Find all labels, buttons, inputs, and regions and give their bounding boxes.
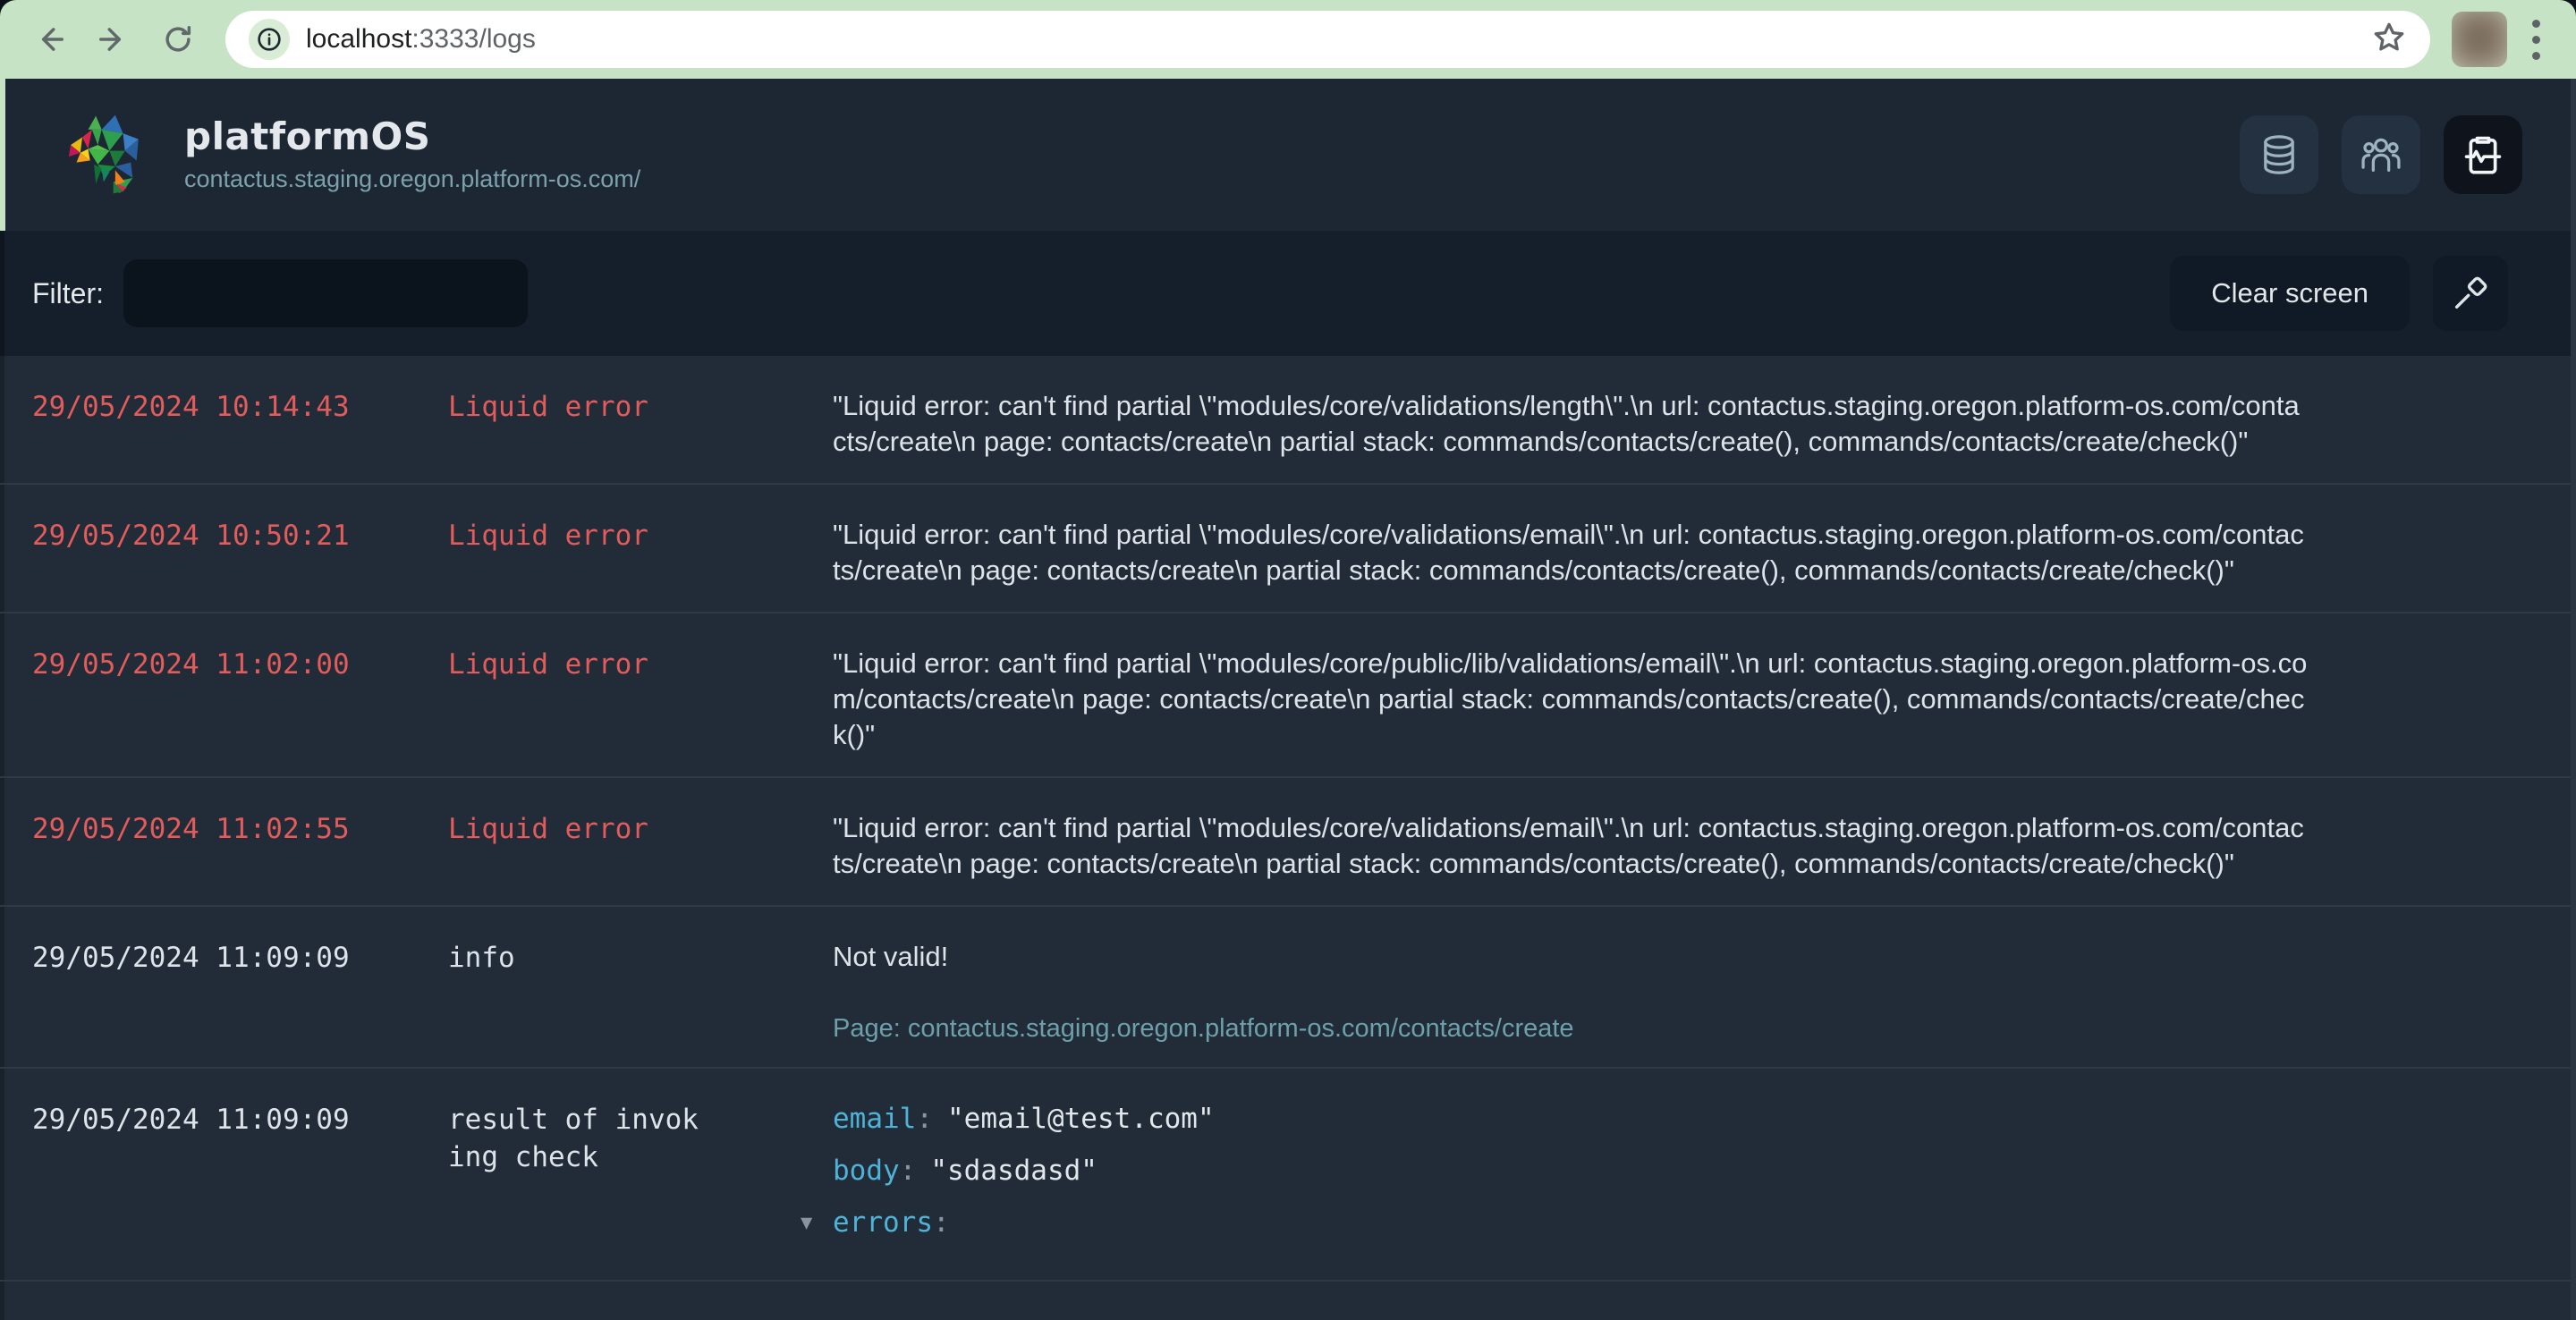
kv-key: body (833, 1155, 900, 1187)
log-message: "Liquid error: can't find partial \"modu… (833, 388, 2576, 460)
back-icon (41, 28, 64, 51)
app-header: platformOS contactus.staging.oregon.plat… (0, 79, 2576, 231)
log-kv-line: body: "sdasdasd" (833, 1153, 2576, 1189)
log-timestamp: 29/05/2024 11:02:55 (32, 813, 350, 845)
table-row: 29/05/2024 11:09:09 result of invoking c… (0, 1069, 2576, 1282)
errors-expander[interactable]: ▼ errors: (801, 1205, 2576, 1240)
pin-icon (2454, 276, 2487, 309)
log-message: "Liquid error: can't find partial \"modu… (833, 517, 2576, 588)
log-timestamp: 29/05/2024 10:50:21 (32, 520, 350, 552)
site-info-button[interactable] (249, 19, 290, 60)
kv-key: errors (833, 1206, 933, 1239)
table-row: 29/05/2024 10:50:21 Liquid error "Liquid… (0, 485, 2576, 613)
log-message: "Liquid error: can't find partial \"modu… (833, 810, 2576, 882)
logs-icon (2464, 136, 2502, 174)
filter-input[interactable] (123, 259, 528, 327)
nav-database-button[interactable] (2240, 115, 2318, 194)
log-message: Not valid! Page: contactus.staging.oregon… (833, 939, 2576, 1044)
log-type: Liquid error (448, 648, 648, 681)
table-row: 29/05/2024 10:14:43 Liquid error "Liquid… (0, 356, 2576, 485)
log-type: Liquid error (448, 520, 648, 552)
log-type: result of invoking check (448, 1104, 699, 1173)
brand-block: platformOS contactus.staging.oregon.plat… (184, 116, 640, 192)
log-message-text: "Liquid error: can't find partial \"modu… (833, 390, 2300, 457)
kv-colon: : (932, 1206, 950, 1239)
log-kv-line: email: "email@test.com" (833, 1101, 2576, 1137)
back-button[interactable] (23, 13, 75, 65)
reload-icon (165, 25, 191, 52)
address-bar[interactable]: localhost:3333/logs (225, 11, 2430, 68)
kv-value: "sdasdasd" (930, 1155, 1097, 1187)
log-message: "Liquid error: can't find partial \"modu… (833, 646, 2576, 753)
log-message-text: "Liquid error: can't find partial \"modu… (833, 812, 2304, 879)
chevron-down-icon: ▼ (801, 1212, 813, 1234)
pin-button[interactable] (2433, 256, 2508, 331)
star-icon (2374, 22, 2404, 50)
log-message-text: "Liquid error: can't find partial \"modu… (833, 647, 2308, 750)
instance-url[interactable]: contactus.staging.oregon.platform-os.com… (184, 165, 640, 193)
log-timestamp: 29/05/2024 11:02:00 (32, 648, 350, 681)
forward-button[interactable] (88, 13, 140, 65)
app-window: localhost:3333/logs platformOS contactus… (0, 0, 2576, 1320)
log-table: 29/05/2024 10:14:43 Liquid error "Liquid… (0, 356, 2576, 1320)
avatar[interactable] (2452, 12, 2507, 67)
forward-icon (99, 28, 122, 51)
browser-menu-button[interactable] (2520, 19, 2553, 60)
avatar-image (2452, 12, 2507, 67)
log-type: info (448, 942, 515, 974)
log-type: Liquid error (448, 391, 648, 423)
users-icon (2361, 138, 2401, 172)
toolbar-actions: Clear screen (2170, 256, 2508, 331)
table-row: 29/05/2024 11:09:09 info Not valid! Page:… (0, 907, 2576, 1069)
filter-toolbar: Filter: Clear screen (0, 231, 2576, 356)
table-row: 29/05/2024 11:02:00 Liquid error "Liquid… (0, 613, 2576, 778)
scrollbar[interactable] (2571, 79, 2576, 1320)
log-timestamp: 29/05/2024 10:14:43 (32, 391, 350, 423)
log-type: Liquid error (448, 813, 648, 845)
reload-button[interactable] (152, 13, 204, 65)
kv-key: email (833, 1103, 917, 1135)
nav-logs-button[interactable] (2444, 115, 2522, 194)
filter-label: Filter: (32, 276, 104, 309)
kv-colon: : (916, 1103, 933, 1135)
database-icon (2264, 135, 2294, 174)
clear-screen-button[interactable]: Clear screen (2170, 256, 2410, 331)
log-timestamp: 29/05/2024 11:09:09 (32, 1104, 350, 1136)
log-message-text: "Liquid error: can't find partial \"modu… (833, 519, 2304, 586)
browser-toolbar: localhost:3333/logs (0, 0, 2576, 79)
info-icon (258, 28, 281, 51)
kv-value: "email@test.com" (947, 1103, 1215, 1135)
url-text: localhost:3333/logs (306, 24, 536, 54)
nav-users-button[interactable] (2342, 115, 2420, 194)
kv-colon: : (899, 1155, 917, 1187)
page-link[interactable]: Page: contactus.staging.oregon.platform-… (833, 1014, 2576, 1044)
bookmark-button[interactable] (2371, 20, 2407, 60)
table-row: 29/05/2024 11:02:55 Liquid error "Liquid… (0, 778, 2576, 907)
log-message: email: "email@test.com" body: "sdasdasd" ▼ er… (801, 1101, 2576, 1257)
platformos-logo (68, 114, 139, 194)
log-timestamp: 29/05/2024 11:09:09 (32, 942, 350, 974)
app-title: platformOS (184, 114, 431, 159)
header-actions (2240, 115, 2522, 194)
log-message-text: Not valid! (833, 941, 949, 972)
